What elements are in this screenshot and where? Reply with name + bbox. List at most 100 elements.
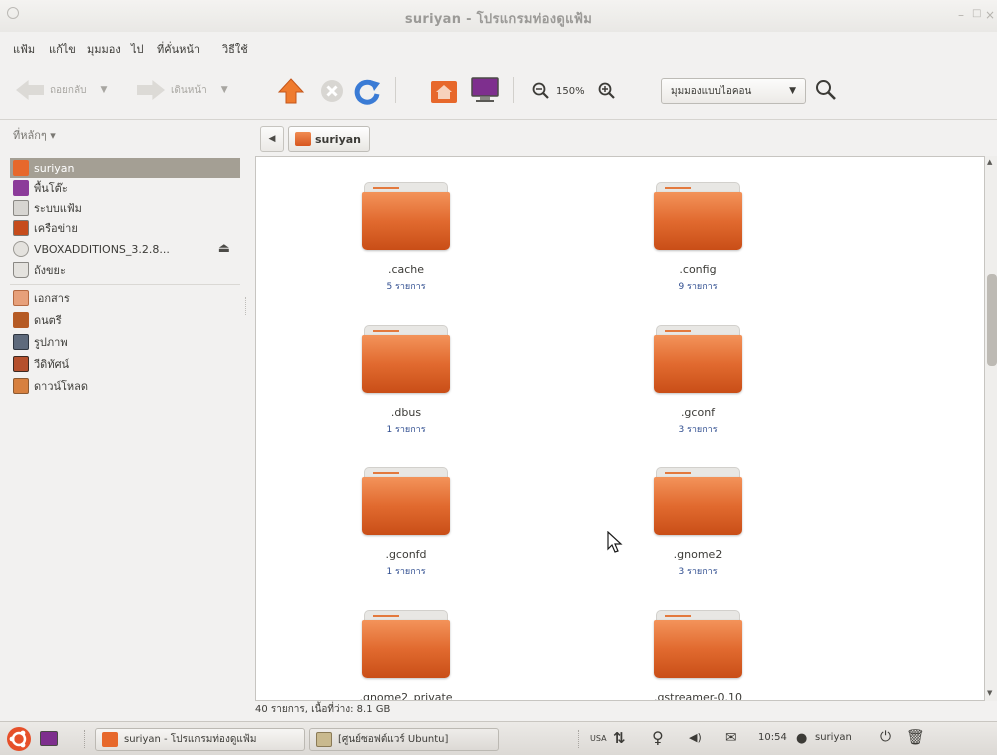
window-titlebar[interactable]: suriyan - โปรแกรมท่องดูแฟ้ม – □ × xyxy=(0,0,997,32)
videos-folder-icon xyxy=(13,356,29,372)
bottom-panel: suriyan - โปรแกรมท่องดูแฟ้ม [ศูนย์ซอฟต์แ… xyxy=(0,721,997,755)
folder-item[interactable]: .gconf 3 รายการ xyxy=(638,325,758,436)
minimize-icon[interactable]: – xyxy=(958,8,964,22)
sidebar-resize-handle[interactable] xyxy=(245,297,248,315)
sidebar-item-label: วีดิทัศน์ xyxy=(34,358,70,371)
sidebar-item-label: รูปภาพ xyxy=(34,336,68,349)
sidebar-item-downloads[interactable]: ดาวน์โหลด xyxy=(10,376,240,396)
folder-item[interactable]: .dbus 1 รายการ xyxy=(346,325,466,436)
path-back-button[interactable]: ◀ xyxy=(260,126,284,152)
folder-count: 1 รายการ xyxy=(386,425,426,435)
folder-name: .gnome2 xyxy=(673,548,723,561)
documents-folder-icon xyxy=(13,290,29,306)
software-center-icon xyxy=(316,732,332,747)
sidebar-item-label: VBOXADDITIONS_3.2.8... xyxy=(34,242,170,256)
close-icon[interactable]: × xyxy=(985,8,995,22)
ubuntu-logo-icon[interactable] xyxy=(6,726,32,752)
folder-item[interactable]: .gnome2 3 รายการ xyxy=(638,467,758,578)
folder-name: .gconfd xyxy=(385,548,427,561)
sidebar-item-label: พื้นโต๊ะ xyxy=(34,182,68,195)
mouse-pointer-icon xyxy=(607,531,623,553)
menu-view[interactable]: มุมมอง xyxy=(87,40,121,58)
vertical-scrollbar[interactable]: ▲ ▼ xyxy=(985,156,997,701)
menu-file[interactable]: แฟ้ม xyxy=(13,40,35,58)
view-mode-label: มุมมองแบบไอคอน xyxy=(671,85,752,97)
sidebar-item-documents[interactable]: เอกสาร xyxy=(10,288,240,308)
sidebar-item-videos[interactable]: วีดิทัศน์ xyxy=(10,354,240,374)
sidebar-item-filesystem[interactable]: ระบบแฟ้ม xyxy=(10,198,240,218)
back-history-dropdown-icon[interactable]: ▼ xyxy=(100,85,107,95)
sidebar-item-label: suriyan xyxy=(34,161,75,175)
menu-help[interactable]: วิธีใช้ xyxy=(222,40,248,58)
trash-applet-icon[interactable]: 🗑 xyxy=(906,728,925,746)
back-button[interactable]: ถอยกลับ ▼ xyxy=(16,77,107,103)
menu-edit[interactable]: แก้ไข xyxy=(49,40,76,58)
scrollbar-thumb[interactable] xyxy=(987,274,997,366)
sidebar-item-home[interactable]: suriyan xyxy=(10,158,240,178)
forward-button[interactable]: เดินหน้า ▼ xyxy=(137,77,228,103)
home-icon[interactable] xyxy=(430,78,458,104)
folder-icon xyxy=(362,182,450,252)
sidebar-item-pictures[interactable]: รูปภาพ xyxy=(10,332,240,352)
clock[interactable]: 10:54 xyxy=(758,732,787,743)
sidebar-item-label: ถังขยะ xyxy=(34,264,66,277)
keyboard-layout[interactable]: USA xyxy=(590,734,607,743)
sidebar-item-cdrom[interactable]: VBOXADDITIONS_3.2.8... ⏏ xyxy=(10,239,240,259)
folder-icon xyxy=(362,325,450,395)
folder-item[interactable]: .gnome2_private xyxy=(346,610,466,701)
folder-name: .dbus xyxy=(390,406,422,419)
back-label: ถอยกลับ xyxy=(50,84,87,96)
folder-item[interactable]: .gconfd 1 รายการ xyxy=(346,467,466,578)
zoom-out-icon[interactable] xyxy=(532,82,550,100)
folder-count: 5 รายการ xyxy=(386,282,426,292)
user-name[interactable]: suriyan xyxy=(815,732,852,743)
network-transfer-icon[interactable]: ⇅ xyxy=(613,729,626,747)
computer-icon[interactable] xyxy=(470,76,500,104)
breadcrumb-home[interactable]: suriyan xyxy=(288,126,370,152)
chevron-down-icon: ▼ xyxy=(789,86,796,96)
reload-icon[interactable] xyxy=(353,77,381,105)
view-mode-select[interactable]: มุมมองแบบไอคอน ▼ xyxy=(661,78,806,104)
folder-name: .config xyxy=(679,263,717,276)
sidebar-item-desktop[interactable]: พื้นโต๊ะ xyxy=(10,178,240,198)
eject-icon[interactable]: ⏏ xyxy=(218,241,230,256)
sidebar: ที่หลักๆ ▾ suriyan พื้นโต๊ะ ระบบแฟ้ม เคร… xyxy=(0,120,250,701)
sidebar-item-label: เอกสาร xyxy=(34,292,70,305)
maximize-icon[interactable]: □ xyxy=(972,8,981,19)
mail-icon[interactable]: ✉ xyxy=(725,730,737,746)
sidebar-item-network[interactable]: เครือข่าย xyxy=(10,218,240,238)
sidebar-item-label: ดนตรี xyxy=(34,314,62,327)
taskbar-item-file-manager[interactable]: suriyan - โปรแกรมท่องดูแฟ้ม xyxy=(95,728,305,751)
folder-item[interactable]: .config 9 รายการ xyxy=(638,182,758,293)
folder-icon xyxy=(654,610,742,680)
menu-go[interactable]: ไป xyxy=(131,40,144,58)
scroll-down-icon[interactable]: ▼ xyxy=(987,689,992,697)
search-icon[interactable] xyxy=(815,79,837,101)
folder-icon xyxy=(654,325,742,395)
zoom-in-icon[interactable] xyxy=(598,82,616,100)
taskbar-item-software-center[interactable]: [ศูนย์ซอฟต์แวร์ Ubuntu] xyxy=(309,728,499,751)
volume-icon[interactable]: ◀) xyxy=(689,731,702,744)
power-icon[interactable]: ⏻ xyxy=(880,729,891,745)
folder-item[interactable]: .gstreamer-0.10 xyxy=(638,610,758,700)
forward-history-dropdown-icon[interactable]: ▼ xyxy=(221,85,228,95)
file-view[interactable]: .cache 5 รายการ .config 9 รายการ .dbus 1… xyxy=(255,156,985,701)
stop-icon[interactable] xyxy=(319,78,345,104)
menubar: แฟ้ม แก้ไข มุมมอง ไป ที่คั่นหน้า วิธีใช้ xyxy=(0,32,997,60)
menu-bookmarks[interactable]: ที่คั่นหน้า xyxy=(157,40,200,58)
folder-icon xyxy=(654,467,742,537)
show-desktop-icon[interactable] xyxy=(40,731,58,746)
places-header[interactable]: ที่หลักๆ ▾ xyxy=(13,126,56,144)
user-status-icon[interactable]: ● xyxy=(796,731,807,746)
folder-name: .gnome2_private xyxy=(359,691,453,701)
network-icon xyxy=(13,220,29,236)
forward-arrow-icon xyxy=(137,80,165,100)
scroll-up-icon[interactable]: ▲ xyxy=(987,158,992,166)
up-arrow-icon[interactable] xyxy=(277,77,305,105)
sidebar-item-trash[interactable]: ถังขยะ xyxy=(10,260,240,280)
forward-label: เดินหน้า xyxy=(171,84,207,96)
sidebar-item-music[interactable]: ดนตรี xyxy=(10,310,240,330)
trash-icon xyxy=(13,262,29,278)
folder-item[interactable]: .cache 5 รายการ xyxy=(346,182,466,293)
bluetooth-icon[interactable]: ♀ xyxy=(652,728,664,747)
